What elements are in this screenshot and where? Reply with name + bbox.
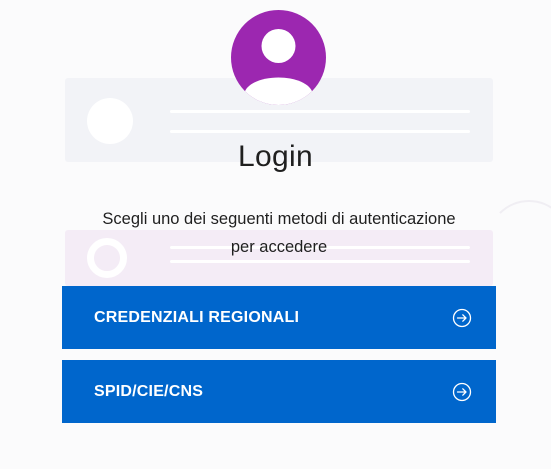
login-page: Login Scegli uno dei seguenti metodi di … <box>0 0 551 469</box>
login-instructions-line: Scegli uno dei seguenti metodi di autent… <box>102 210 456 228</box>
regional-credentials-label: CREDENZIALI REGIONALI <box>94 308 300 326</box>
arrow-right-circle-icon <box>452 308 472 328</box>
spid-cie-cns-label: SPID/CIE/CNS <box>94 382 204 400</box>
user-avatar-icon <box>231 10 326 105</box>
regional-credentials-button[interactable]: CREDENZIALI REGIONALI <box>62 286 496 349</box>
login-instructions: Scegli uno dei seguenti metodi di autent… <box>62 205 496 261</box>
login-instructions-line: per accedere <box>230 238 328 256</box>
background-decoration <box>487 200 551 284</box>
spid-cie-cns-button[interactable]: SPID/CIE/CNS <box>62 360 496 423</box>
page-title: Login <box>238 140 313 173</box>
arrow-right-circle-icon <box>452 382 472 402</box>
